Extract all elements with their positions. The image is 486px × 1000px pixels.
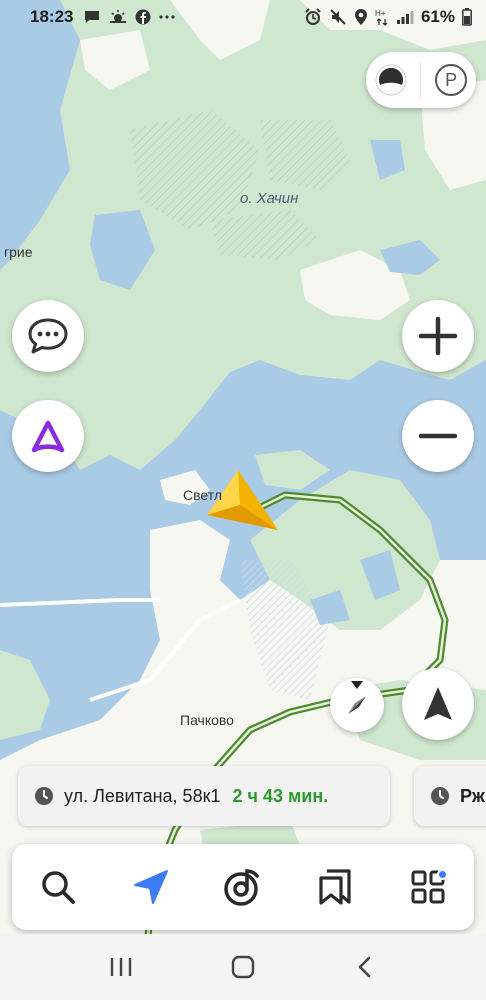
route-card[interactable]: ул. Левитана, 58к1 2 ч 43 мин. (18, 766, 390, 826)
compass-button[interactable] (330, 678, 384, 732)
status-bar: 18:23 H+ 61% (0, 0, 486, 34)
search-button[interactable] (28, 857, 88, 917)
location-icon (354, 9, 367, 25)
village-label: Пачково (180, 712, 234, 728)
layers-button[interactable] (371, 60, 411, 100)
back-icon (358, 956, 371, 978)
minus-icon (418, 433, 458, 439)
recent-apps-button[interactable] (96, 942, 146, 992)
route-eta: 2 ч 43 мин. (232, 785, 329, 806)
home-button[interactable] (218, 942, 268, 992)
chat-bubble-icon (28, 318, 68, 354)
navigator-button[interactable] (121, 857, 181, 917)
parking-button[interactable]: P (431, 60, 471, 100)
more-icon (159, 15, 176, 19)
chat-button[interactable] (12, 300, 84, 372)
weather-icon (110, 10, 127, 23)
plus-icon (418, 316, 458, 356)
alice-icon (31, 420, 65, 453)
compass-icon (348, 681, 366, 714)
mute-icon (330, 9, 346, 25)
recent-apps-icon (110, 958, 132, 976)
notification-dot (436, 869, 448, 880)
parking-label: P (445, 69, 458, 90)
map-layers-pill: P (366, 52, 476, 108)
lake-label: о. Хачин (240, 190, 299, 207)
bottom-toolbar (12, 844, 474, 930)
place-label: грие (4, 244, 33, 260)
signal-icon (396, 11, 414, 24)
route-address: Рж (460, 785, 485, 806)
services-button[interactable] (398, 857, 458, 917)
layers-icon (375, 64, 407, 96)
clock-time: 18:23 (30, 7, 74, 26)
route-card[interactable]: Рж (414, 766, 486, 826)
navigator-icon (133, 870, 168, 904)
alarm-icon (305, 8, 321, 25)
clock-icon (35, 787, 53, 805)
clock-icon (431, 787, 449, 805)
home-icon (231, 955, 255, 979)
battery-icon (462, 8, 472, 26)
zoom-in-button[interactable] (402, 300, 474, 372)
back-button[interactable] (340, 942, 390, 992)
search-icon (42, 871, 76, 904)
zoom-out-button[interactable] (402, 400, 474, 472)
my-location-button[interactable] (402, 668, 474, 740)
parking-icon: P (435, 64, 468, 96)
battery-percent: 61% (420, 7, 455, 26)
music-button[interactable] (213, 857, 273, 917)
alice-button[interactable] (12, 400, 84, 472)
music-icon (224, 869, 259, 906)
bookmarks-icon (319, 869, 351, 905)
facebook-icon (135, 9, 151, 25)
divider (420, 62, 422, 98)
route-address: ул. Левитана, 58к1 (64, 785, 221, 806)
system-nav-bar (0, 934, 486, 1000)
data-icon: H+ (375, 9, 388, 26)
bookmarks-button[interactable] (305, 857, 365, 917)
svg-text:H+: H+ (375, 9, 386, 18)
village-label: Светл (183, 487, 222, 503)
chat-icon (85, 11, 100, 23)
navigation-arrow-icon (424, 687, 452, 720)
